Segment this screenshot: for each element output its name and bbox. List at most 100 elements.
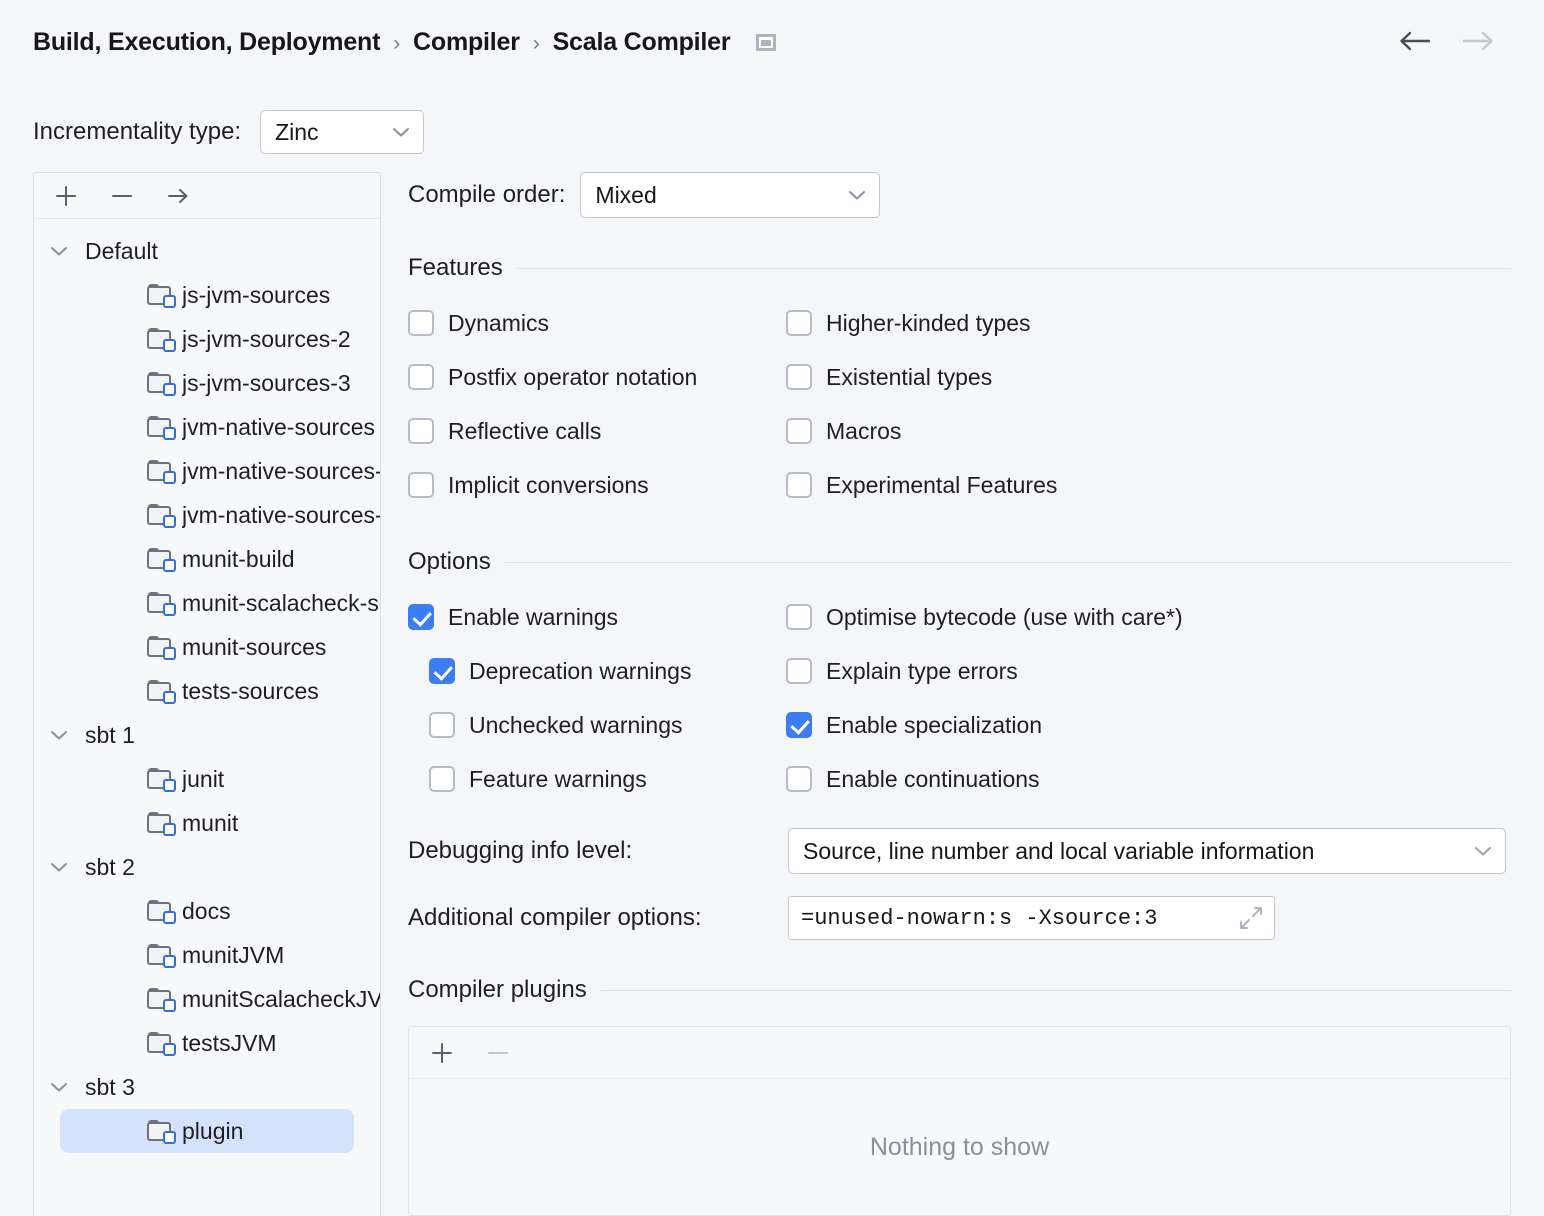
chevron-down-icon[interactable] (44, 245, 74, 257)
tree-item-label: js-jvm-sources-3 (182, 370, 351, 397)
tree-item-munit-scalacheck-sources[interactable]: munit-scalacheck-sources (34, 581, 380, 625)
option-enable-specialization[interactable]: Enable specialization (786, 698, 1511, 752)
incrementality-type-label: Incrementality type: (33, 118, 241, 146)
checkbox[interactable] (786, 766, 812, 792)
tree-item-jvm-native-sources-2[interactable]: jvm-native-sources-2 (34, 449, 380, 493)
tree-item-munit-sources[interactable]: munit-sources (34, 625, 380, 669)
tree-item-jvm-native-sources-3[interactable]: jvm-native-sources-3 (34, 493, 380, 537)
checkbox-label: Unchecked warnings (469, 712, 683, 739)
additional-compiler-options-input[interactable]: =unused-nowarn:s -Xsource:3 (788, 896, 1275, 940)
module-tree-toolbar (34, 173, 380, 219)
chevron-down-icon[interactable] (44, 729, 74, 741)
tree-item-munitJVM[interactable]: munitJVM (34, 933, 380, 977)
tree-item-label: docs (182, 898, 231, 925)
checkbox[interactable] (429, 712, 455, 738)
option-unchecked-warnings[interactable]: Unchecked warnings (408, 698, 786, 752)
module-folder-icon (147, 812, 174, 834)
checkbox-label: Explain type errors (826, 658, 1018, 685)
remove-module-button[interactable] (105, 179, 139, 213)
compile-order-dropdown[interactable]: Mixed (580, 172, 880, 218)
checkbox[interactable] (408, 604, 434, 630)
tree-item-label: testsJVM (182, 1030, 277, 1057)
expand-diagonal-icon[interactable] (1238, 905, 1264, 931)
checkbox-label: Enable warnings (448, 604, 618, 631)
checkbox[interactable] (786, 712, 812, 738)
feature-existential-types[interactable]: Existential types (786, 350, 1511, 404)
breadcrumb-item-compiler[interactable]: Compiler (413, 28, 520, 57)
tree-group-sbt-3[interactable]: sbt 3 (34, 1065, 380, 1109)
checkbox-label: Experimental Features (826, 472, 1057, 499)
section-divider (601, 990, 1511, 991)
tree-item-munit[interactable]: munit (34, 801, 380, 845)
option-deprecation-warnings[interactable]: Deprecation warnings (408, 644, 786, 698)
chevron-down-icon[interactable] (44, 861, 74, 873)
option-enable-warnings[interactable]: Enable warnings (408, 590, 786, 644)
feature-implicit-conversions[interactable]: Implicit conversions (408, 458, 786, 512)
add-plugin-button[interactable] (425, 1036, 459, 1070)
feature-postfix-operator-notation[interactable]: Postfix operator notation (408, 350, 786, 404)
checkbox[interactable] (408, 418, 434, 444)
checkbox[interactable] (786, 472, 812, 498)
checkbox[interactable] (786, 310, 812, 336)
arrow-right-icon[interactable] (1460, 30, 1494, 52)
move-module-button[interactable] (161, 179, 195, 213)
tree-item-munitScalacheckJVM[interactable]: munitScalacheckJVM (34, 977, 380, 1021)
checkbox[interactable] (786, 658, 812, 684)
tree-item-jvm-native-sources[interactable]: jvm-native-sources (34, 405, 380, 449)
feature-reflective-calls[interactable]: Reflective calls (408, 404, 786, 458)
checkbox[interactable] (429, 766, 455, 792)
tree-group-sbt-1[interactable]: sbt 1 (34, 713, 380, 757)
chevron-down-icon[interactable] (44, 1081, 74, 1093)
module-tree[interactable]: Defaultjs-jvm-sourcesjs-jvm-sources-2 js-… (34, 219, 380, 1153)
dialog-window-icon[interactable] (756, 34, 776, 51)
feature-macros[interactable]: Macros (786, 404, 1511, 458)
section-divider (517, 268, 1511, 269)
incrementality-type-dropdown[interactable]: Zinc (260, 110, 424, 154)
tree-group-sbt-2[interactable]: sbt 2 (34, 845, 380, 889)
add-module-button[interactable] (49, 179, 83, 213)
module-folder-icon (147, 768, 174, 790)
tree-item-js-jvm-sources[interactable]: js-jvm-sources (34, 273, 380, 317)
checkbox[interactable] (786, 604, 812, 630)
checkbox[interactable] (786, 364, 812, 390)
module-tree-panel[interactable]: Defaultjs-jvm-sourcesjs-jvm-sources-2 js-… (33, 172, 381, 1216)
breadcrumb-item-build[interactable]: Build, Execution, Deployment (33, 28, 380, 57)
compiler-plugins-section-header: Compiler plugins (408, 976, 1511, 1004)
compiler-plugins-box: Nothing to show (408, 1026, 1511, 1216)
arrow-left-icon[interactable] (1399, 30, 1433, 52)
option-enable-continuations[interactable]: Enable continuations (786, 752, 1511, 806)
tree-item-js-jvm-sources-2[interactable]: js-jvm-sources-2 (34, 317, 380, 361)
checkbox[interactable] (786, 418, 812, 444)
option-explain-type-errors[interactable]: Explain type errors (786, 644, 1511, 698)
breadcrumb-item-scala-compiler[interactable]: Scala Compiler (553, 28, 731, 57)
module-folder-icon (147, 636, 174, 658)
tree-item-junit[interactable]: junit (34, 757, 380, 801)
checkbox[interactable] (408, 472, 434, 498)
feature-dynamics[interactable]: Dynamics (408, 296, 786, 350)
incrementality-type-row: Incrementality type: Zinc (33, 110, 424, 154)
breadcrumb-separator: › (520, 32, 553, 56)
option-optimise-bytecode-use-with-care[interactable]: Optimise bytecode (use with care*) (786, 590, 1511, 644)
tree-item-testsJVM[interactable]: testsJVM (34, 1021, 380, 1065)
features-section-header: Features (408, 254, 1511, 282)
tree-item-munit-build[interactable]: munit-build (34, 537, 380, 581)
tree-group-default[interactable]: Default (34, 229, 380, 273)
scala-compiler-settings: Compile order: Mixed Features DynamicsHi… (408, 172, 1511, 1216)
tree-item-tests-sources[interactable]: tests-sources (34, 669, 380, 713)
tree-item-js-jvm-sources-3[interactable]: js-jvm-sources-3 (34, 361, 380, 405)
checkbox[interactable] (408, 310, 434, 336)
module-folder-icon (147, 1120, 174, 1142)
option-feature-warnings[interactable]: Feature warnings (408, 752, 786, 806)
incrementality-type-value: Zinc (275, 119, 318, 146)
breadcrumb-separator: › (380, 32, 413, 56)
checkbox-label: Macros (826, 418, 901, 445)
tree-item-plugin[interactable]: plugin (60, 1109, 354, 1153)
debugging-info-level-dropdown[interactable]: Source, line number and local variable i… (788, 828, 1506, 874)
tree-item-docs[interactable]: docs (34, 889, 380, 933)
checkbox-label: Postfix operator notation (448, 364, 697, 391)
feature-experimental-features[interactable]: Experimental Features (786, 458, 1511, 512)
feature-higher-kinded-types[interactable]: Higher-kinded types (786, 296, 1511, 350)
checkbox[interactable] (429, 658, 455, 684)
checkbox[interactable] (408, 364, 434, 390)
compile-order-value: Mixed (595, 182, 656, 209)
